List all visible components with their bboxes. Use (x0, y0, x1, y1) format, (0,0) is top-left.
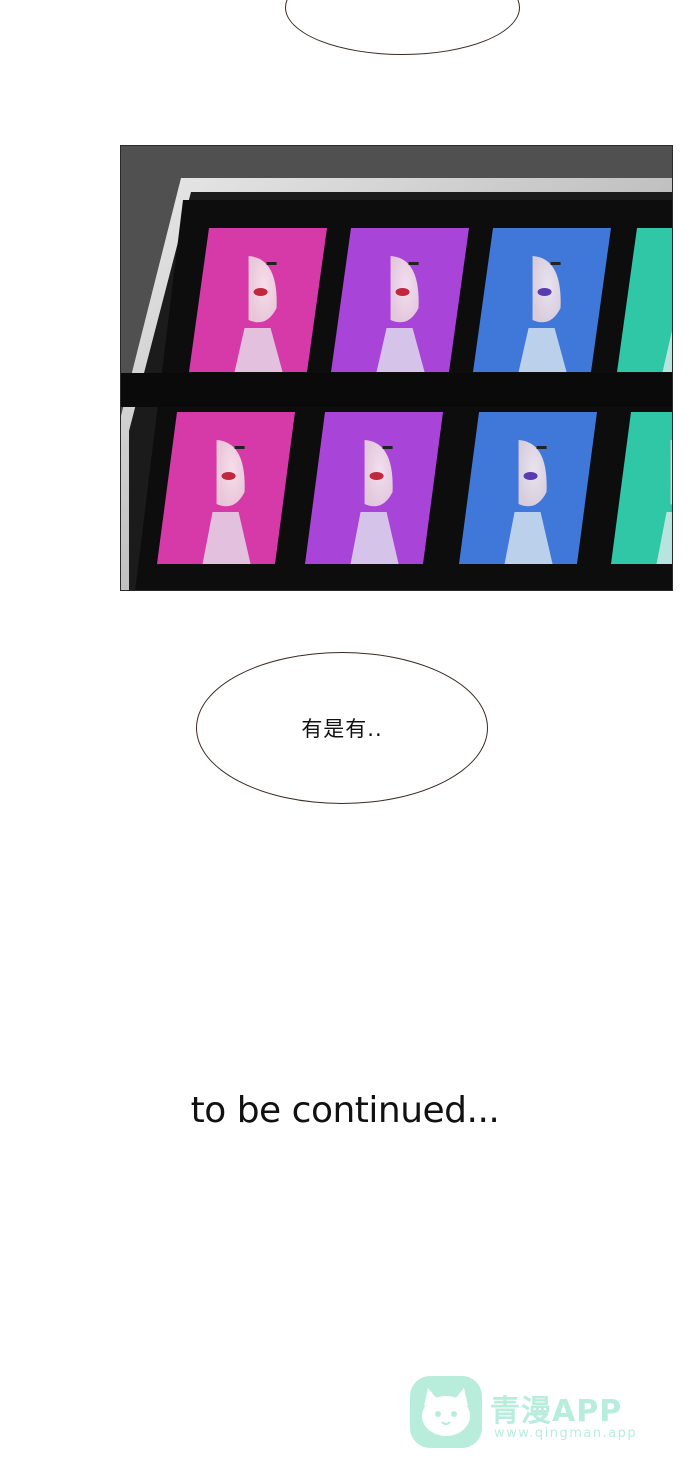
comic-panel-photo-strip (120, 145, 673, 591)
speech-bubble-top (285, 0, 520, 55)
to-be-continued-caption: to be continued... (190, 1090, 500, 1131)
portrait-thumbnail (305, 412, 443, 564)
speech-bubble-middle: 有是有.. (196, 652, 488, 804)
watermark-url: www.qingman.app (494, 1426, 638, 1441)
portrait-thumbnail (331, 228, 469, 372)
portrait-thumbnail (157, 412, 295, 564)
portrait-thumbnail (473, 228, 611, 372)
photo-contact-sheet-illustration (121, 146, 672, 590)
portrait-thumbnail (189, 228, 327, 372)
speech-text: 有是有.. (301, 717, 383, 741)
portrait-thumbnail (459, 412, 597, 564)
cat-logo-icon (410, 1376, 482, 1448)
app-watermark: 青漫APP www.qingman.app (408, 1376, 648, 1448)
watermark-name: 青漫APP (490, 1394, 623, 1429)
